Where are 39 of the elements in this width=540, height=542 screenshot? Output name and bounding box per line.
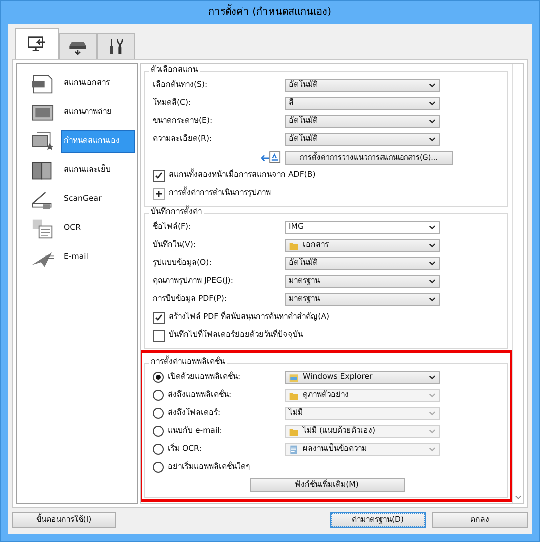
folder-icon <box>289 390 299 401</box>
chevron-down-icon <box>429 225 436 230</box>
expand-button[interactable] <box>153 188 165 200</box>
folder-icon <box>289 240 299 251</box>
radio-button[interactable] <box>153 408 164 420</box>
chevron-down-icon <box>429 119 436 124</box>
monitor-icon <box>27 34 47 54</box>
chevron-down-icon <box>429 411 436 416</box>
checkbox[interactable] <box>153 170 165 182</box>
chevron-down-icon <box>429 375 436 380</box>
orientation-icon <box>261 151 281 164</box>
chevron-down-icon <box>429 429 436 434</box>
tab[interactable] <box>15 28 59 59</box>
chevron-down-icon <box>429 101 436 106</box>
radio-button[interactable] <box>153 462 164 474</box>
radio-button[interactable] <box>153 426 164 438</box>
checkmark-icon <box>154 312 164 323</box>
chevron-down-icon <box>429 243 436 248</box>
checkbox[interactable] <box>153 312 165 324</box>
tab[interactable] <box>59 33 97 59</box>
folder-window-icon <box>289 372 299 383</box>
chevron-down-icon <box>429 83 436 88</box>
chevron-down-icon <box>429 137 436 142</box>
chevron-down-icon <box>429 393 436 398</box>
checkbox[interactable] <box>153 330 165 342</box>
checkmark-icon <box>154 170 164 181</box>
radio-button[interactable] <box>153 372 164 384</box>
tab[interactable] <box>97 33 135 59</box>
chevron-down-icon <box>429 261 436 266</box>
scrollbar[interactable] <box>512 64 523 503</box>
window-title: การตั้งค่า (กำหนดสแกนเอง) <box>208 6 332 18</box>
chevron-down-icon <box>429 447 436 452</box>
plus-icon <box>154 188 164 199</box>
chevron-down-icon <box>429 297 436 302</box>
chevron-down-icon <box>429 279 436 284</box>
scroll-down-icon[interactable] <box>514 495 522 500</box>
radio-button[interactable] <box>153 444 164 456</box>
radio-button[interactable] <box>153 390 164 402</box>
folder-icon <box>289 426 299 437</box>
